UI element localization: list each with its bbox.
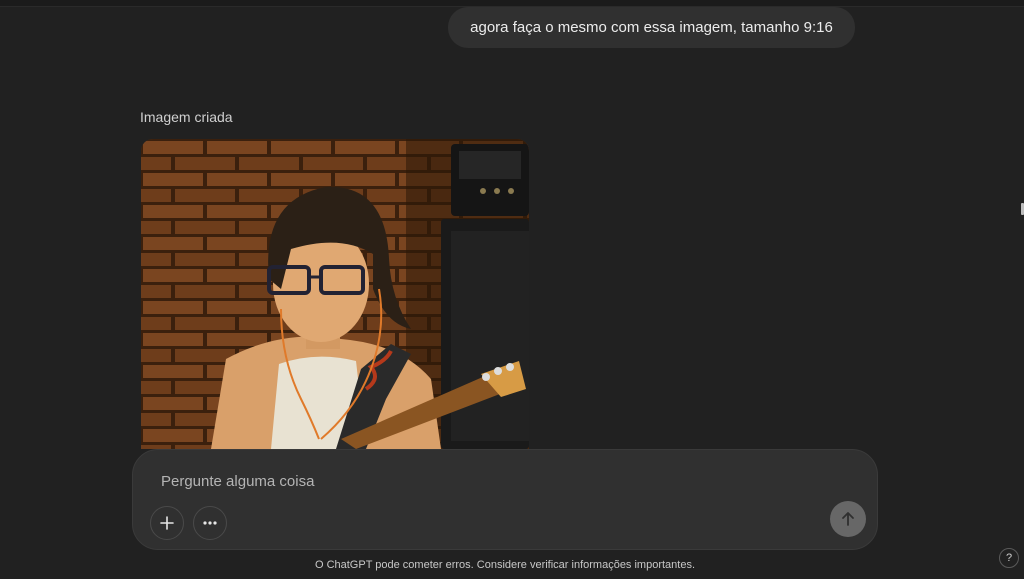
generated-image[interactable] <box>141 139 529 449</box>
message-composer <box>132 449 878 550</box>
send-button[interactable] <box>830 501 866 537</box>
add-attachment-button[interactable] <box>150 506 184 540</box>
top-divider <box>0 0 1024 7</box>
plus-icon <box>160 516 174 530</box>
generated-image-label: Imagem criada <box>140 109 233 125</box>
user-message-bubble: agora faça o mesmo com essa imagem, tama… <box>448 7 855 48</box>
disclaimer-text: O ChatGPT pode cometer erros. Considere … <box>314 559 696 571</box>
more-icon <box>203 521 217 525</box>
arrow-up-icon <box>842 512 854 526</box>
prompt-input[interactable] <box>159 468 803 494</box>
generated-image-illustration <box>141 139 529 449</box>
help-button[interactable]: ? <box>999 548 1019 568</box>
user-message-text: agora faça o mesmo com essa imagem, tama… <box>470 19 833 36</box>
tools-button[interactable] <box>193 506 227 540</box>
